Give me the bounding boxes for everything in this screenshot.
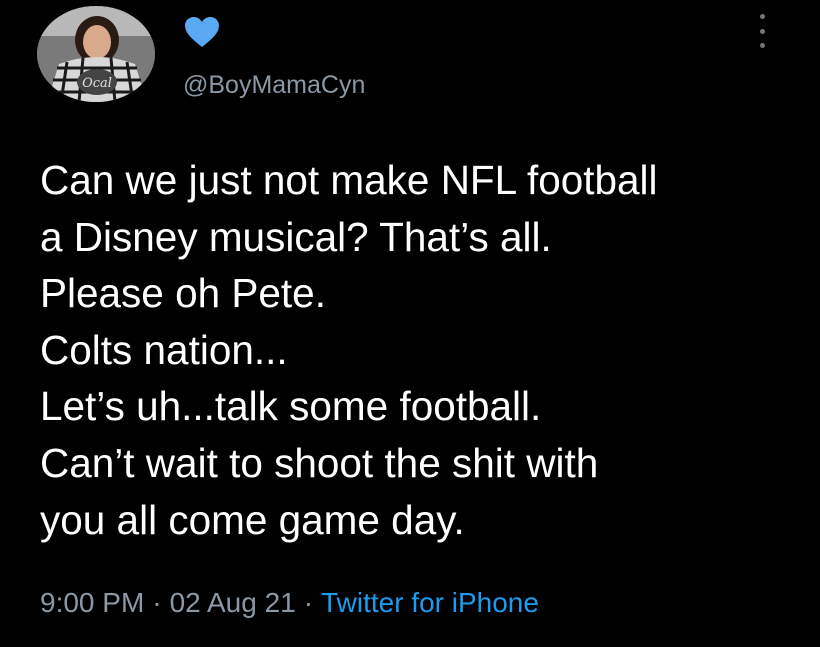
tweet-source-link[interactable]: Twitter for iPhone — [321, 587, 539, 618]
tweet-date[interactable]: 02 Aug 21 — [170, 587, 296, 618]
tweet-time[interactable]: 9:00 PM — [40, 587, 144, 618]
heart-icon — [185, 17, 219, 47]
avatar[interactable]: Ocal — [37, 6, 155, 102]
menu-dot — [759, 28, 765, 34]
menu-dot — [759, 14, 765, 19]
tweet-line: Let’s uh...talk some football. — [40, 383, 542, 430]
more-options-icon[interactable] — [754, 14, 770, 48]
author-handle[interactable]: @BoyMamaCyn — [183, 68, 365, 102]
avatar-image: Ocal — [37, 6, 155, 102]
tweet-line: a Disney musical? That’s all. — [40, 213, 552, 260]
tweet-meta: 9:00 PM · 02 Aug 21 · Twitter for iPhone — [40, 584, 539, 622]
tweet-line: Can we just not make NFL football — [40, 157, 658, 203]
tweet-line: you all come game day. — [40, 496, 465, 543]
menu-dot — [759, 43, 765, 48]
tweet-line: Can’t wait to shoot the shit with — [40, 439, 599, 486]
tweet-line: Colts nation... — [40, 326, 288, 373]
avatar-badge-text: Ocal — [82, 76, 112, 91]
meta-separator: · — [303, 587, 314, 618]
tweet-text: Can we just not make NFL football a Disn… — [40, 152, 800, 548]
tweet-card: Ocal @BoyMamaCyn Can we just not make NF… — [0, 0, 820, 647]
tweet-line: Please oh Pete. — [40, 270, 326, 317]
meta-separator: · — [152, 587, 162, 618]
